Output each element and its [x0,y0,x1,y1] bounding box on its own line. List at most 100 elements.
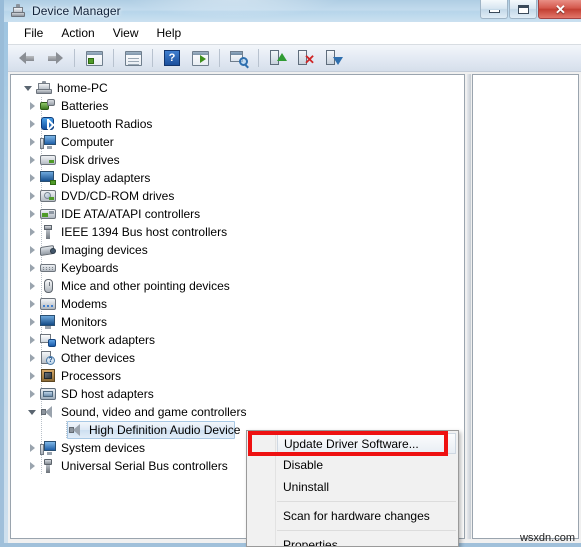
expand-toggle[interactable] [25,331,39,349]
expand-toggle[interactable] [21,79,35,97]
tree-node-display-adapters[interactable]: Display adapters [11,169,464,187]
close-icon: ✕ [555,1,566,17]
tree-node-network-adapters[interactable]: Network adapters [11,331,464,349]
tree-node-ieee-1394-bus-host-controllers[interactable]: IEEE 1394 Bus host controllers [11,223,464,241]
expand-toggle[interactable] [25,439,39,457]
expand-toggle[interactable] [25,259,39,277]
other-devices-icon: ? [39,350,57,366]
expand-toggle[interactable] [25,367,39,385]
tree-node-label: Monitors [61,315,108,329]
tree-node-label: Computer [61,135,114,149]
computer-root-icon [35,80,53,96]
chevron-down-icon [28,409,36,415]
back-button[interactable] [14,46,40,71]
show-hide-console-tree-button[interactable] [81,46,107,71]
expand-toggle[interactable] [25,385,39,403]
tree-node-bluetooth-radios[interactable]: Bluetooth Radios [11,115,464,133]
context-menu-item-update-driver-software[interactable]: Update Driver Software... [277,433,456,454]
menu-item-view[interactable]: View [104,23,148,43]
tree-node-modems[interactable]: Modems [11,295,464,313]
update-driver-button[interactable] [265,46,291,71]
tree-node-label: System devices [61,441,146,455]
maximize-icon [517,4,529,14]
chevron-right-icon [29,156,35,164]
disable-device-button[interactable]: ✕ [293,46,319,71]
chevron-right-icon [29,372,35,380]
tree-node-label: Imaging devices [61,243,148,257]
tree-node-sd-host-adapters[interactable]: SD host adapters [11,385,464,403]
expand-toggle[interactable] [25,457,39,475]
expand-toggle[interactable] [25,295,39,313]
context-menu-item-properties[interactable]: Properties [247,534,458,546]
help-button[interactable]: ? [159,46,185,71]
tree-node-processors[interactable]: Processors [11,367,464,385]
tree-node-label: home-PC [57,81,108,95]
scan-hardware-button[interactable] [226,46,252,71]
expand-toggle[interactable] [25,187,39,205]
title-bar-left: Device Manager [11,2,121,20]
chevron-right-icon [29,336,35,344]
tree-node-other-devices[interactable]: ? Other devices [11,349,464,367]
back-arrow-icon [18,51,36,65]
toolbar: ? ✕ [8,45,581,72]
properties-button[interactable] [120,46,146,71]
processor-icon [39,368,57,384]
tree-connector [41,421,42,439]
tree-node-ide-ata-atapi-controllers[interactable]: IDE ATA/ATAPI controllers [11,205,464,223]
context-menu-item-uninstall[interactable]: Uninstall [247,476,458,498]
toolbar-separator-5 [258,49,259,67]
expand-toggle[interactable] [25,151,39,169]
expand-toggle[interactable] [25,349,39,367]
action-button[interactable] [187,46,213,71]
expand-toggle[interactable] [25,277,39,295]
tree-node-batteries[interactable]: Batteries [11,97,464,115]
expand-toggle[interactable] [25,403,39,421]
chevron-right-icon [29,300,35,308]
enable-device-button[interactable] [321,46,347,71]
action-panel-icon [191,50,209,66]
disable-device-icon: ✕ [297,50,315,66]
dvd-drive-icon [39,188,57,204]
expand-toggle[interactable] [25,313,39,331]
forward-button[interactable] [42,46,68,71]
pane-splitter[interactable] [467,74,471,539]
chevron-right-icon [29,138,35,146]
tree-node-disk-drives[interactable]: Disk drives [11,151,464,169]
toolbar-separator-1 [74,49,75,67]
close-button[interactable]: ✕ [538,0,581,19]
chevron-right-icon [29,102,35,110]
tree-node-mice-and-other-pointing-devices[interactable]: Mice and other pointing devices [11,277,464,295]
tree-node-label: Mice and other pointing devices [61,279,230,293]
tree-node-home-pc[interactable]: home-PC [11,79,464,97]
expand-toggle[interactable] [25,205,39,223]
context-menu-item-scan-for-hardware-changes[interactable]: Scan for hardware changes [247,505,458,527]
menu-item-action[interactable]: Action [52,23,103,43]
chevron-right-icon [29,264,35,272]
context-menu: Update Driver Software... Disable Uninst… [246,430,459,547]
tree-node-imaging-devices[interactable]: Imaging devices [11,241,464,259]
usb-controller-icon [39,458,57,474]
chevron-right-icon [29,228,35,236]
tree-node-label: High Definition Audio Device [89,423,241,437]
tree-node-monitors[interactable]: Monitors [11,313,464,331]
expand-toggle[interactable] [25,115,39,133]
expand-toggle[interactable] [25,97,39,115]
context-menu-item-disable[interactable]: Disable [247,454,458,476]
sound-controller-icon [67,422,85,438]
menu-item-help[interactable]: Help [148,23,191,43]
expand-toggle[interactable] [25,241,39,259]
expand-toggle[interactable] [25,223,39,241]
expand-toggle[interactable] [25,169,39,187]
ide-controller-icon [39,206,57,222]
minimize-button[interactable] [480,0,508,19]
maximize-button[interactable] [509,0,537,19]
tree-node-dvd-cdrom-drives[interactable]: DVD/CD-ROM drives [11,187,464,205]
expand-toggle[interactable] [25,133,39,151]
ieee1394-icon [39,224,57,240]
tree-node-keyboards[interactable]: Keyboards [11,259,464,277]
tree-node-sound-video-and-game-controllers[interactable]: Sound, video and game controllers [11,403,464,421]
menu-item-file[interactable]: File [15,23,52,43]
tree-node-computer[interactable]: Computer [11,133,464,151]
forward-arrow-icon [46,51,64,65]
scan-magnifier-icon [230,50,249,69]
